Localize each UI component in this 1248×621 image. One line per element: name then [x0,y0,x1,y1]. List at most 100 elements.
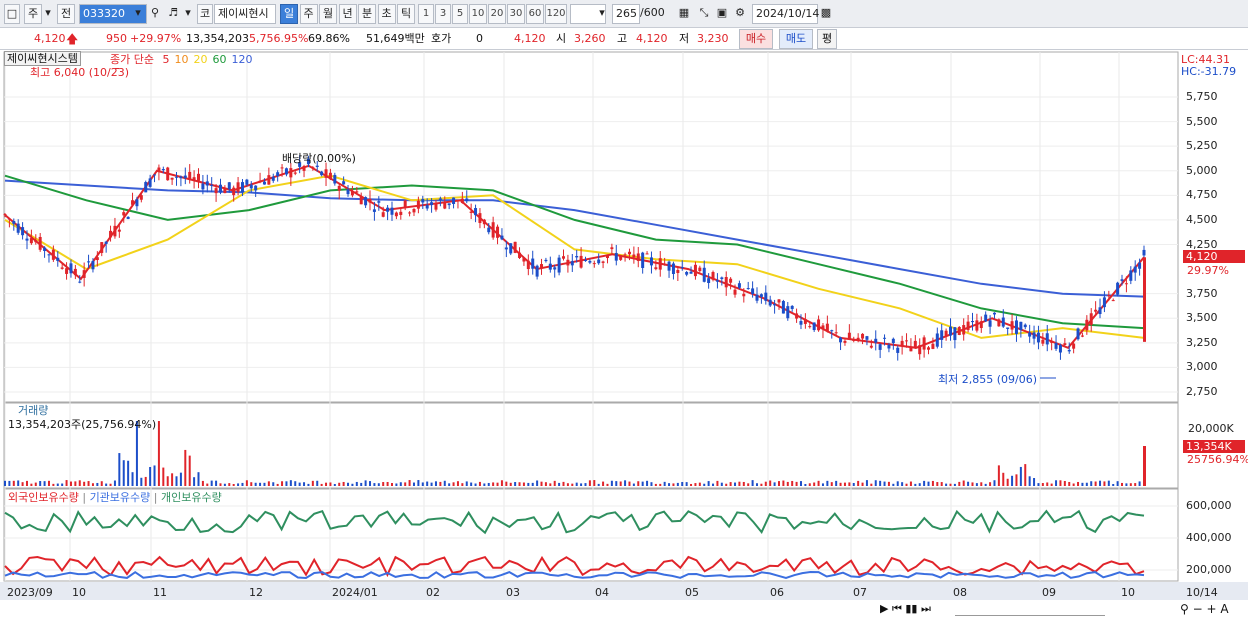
volume-bar [285,481,288,486]
volume-bar [518,482,521,486]
candle-body [843,340,847,343]
minute-unit-tab[interactable]: 20 [488,4,506,24]
zoom-slider[interactable] [955,602,1105,616]
last-price-tag: 4,120 [1183,250,1245,263]
minute-unit-tab[interactable]: 120 [545,4,567,24]
sell-button[interactable]: 매도 [779,29,813,49]
change-percent: +29.97% [130,32,182,45]
minute-unit-tab[interactable]: 5 [452,4,468,24]
volume-bar [364,480,367,486]
zoom-out-icon[interactable]: − [1193,602,1203,616]
volume-bar [958,481,961,486]
volume-bar [571,483,574,486]
candle-body [179,176,183,179]
minute-unit-tab[interactable]: 1 [418,4,434,24]
period-tab[interactable]: 분 [358,4,376,24]
volume-bar [989,482,992,486]
prev-button[interactable]: 전 [57,4,75,24]
stock-name-field[interactable]: 제이씨현시 [214,4,276,24]
date-input[interactable]: 2024/10/14 [752,4,819,24]
volume-bar [729,482,732,486]
volume-bar [470,482,473,486]
minute-unit-tab[interactable]: 60 [526,4,544,24]
volume-bar [690,483,693,486]
volume-bar [487,482,490,486]
minute-unit-tab[interactable]: 10 [469,4,487,24]
play-icon[interactable]: ▶ [880,602,888,615]
chart-area[interactable]: 제이씨현시스템 종가 단순 5 10 20 60 120 최고 6,040 (10/23… [0,50,1248,621]
period-tab[interactable]: 월 [319,4,337,24]
price-y-tick: 5,250 [1186,139,1218,153]
rewind-icon[interactable]: ⏮ [892,602,902,615]
period-tab[interactable]: 주 [299,4,318,24]
chevron-down-icon[interactable]: ▾ [596,4,608,24]
candle-body [575,256,579,258]
volume-bar [1055,480,1058,486]
period-tab[interactable]: 틱 [397,4,415,24]
code-dropdown-icon[interactable]: ▾ [132,4,144,24]
chevron-down-icon[interactable]: ▾ [182,4,194,24]
candle-body [7,218,11,220]
candle-body [38,236,42,250]
volume-bar [34,482,37,486]
zoom-search-icon[interactable]: ⚲ [1180,602,1189,616]
pause-icon[interactable]: ▮▮ [905,602,917,615]
period-tab[interactable]: 년 [338,4,357,24]
candle-body [583,260,587,262]
gear-icon[interactable]: ⚙ [732,4,748,24]
candle-body [196,173,200,181]
zoom-in-icon[interactable]: + [1207,602,1217,616]
candle-body [65,268,69,274]
period-tab[interactable]: 일 [280,4,298,24]
candle-body [271,176,275,181]
volume-bar [188,455,191,486]
grid-icon[interactable]: ▦ [676,4,692,24]
period-tab[interactable]: 초 [377,4,396,24]
x-tick-label: 07 [853,586,867,599]
minute-unit-tab[interactable]: 3 [435,4,451,24]
font-size-icon[interactable]: A [1220,602,1228,616]
volume-bar [553,480,556,486]
candle-body [3,214,7,216]
volume-bar [751,480,754,486]
ma-period-list: 5 10 20 60 120 [157,53,252,66]
speaker-icon[interactable]: ♬ [165,4,181,24]
calendar-icon[interactable]: ▩ [818,4,834,24]
volume-title: 거래량 [18,404,49,417]
period-high-marker: 최고 6,040 (10/23) [30,66,130,79]
candle-body [821,325,825,330]
volume-bar [791,480,794,486]
volume-bar [760,483,763,486]
market-select-button[interactable]: 주 [24,4,42,24]
volume-bar [307,483,310,486]
volume-bar [52,483,55,486]
volume-bar [615,481,618,486]
volume-bar [1090,481,1093,486]
view-count-input[interactable]: 265 [612,4,640,24]
candle-body [205,181,209,186]
candle-body [359,196,363,205]
chevron-down-icon[interactable]: ▾ [42,4,54,24]
dividend-marker: 배당락(0.00%) [282,152,356,165]
save-icon[interactable]: ▣ [714,4,730,24]
forward-icon[interactable]: ⏭ [921,602,931,615]
candle-body [87,261,91,263]
volume-bar [250,482,253,486]
volume-bar [1037,483,1040,486]
candle-body [122,212,126,216]
volume-bar [333,483,336,486]
draw-tool-icon[interactable]: ⤡ [696,4,712,24]
ma-period-120: 120 [231,53,253,66]
eval-button[interactable]: 평 [817,29,837,49]
layout-icon[interactable]: □ [4,4,20,24]
volume-bar [56,483,59,486]
candle-body [293,172,297,174]
volume-bar [1138,481,1141,486]
chart-canvas[interactable] [0,50,1248,621]
buy-button[interactable]: 매수 [739,29,773,49]
candle-body [803,319,807,324]
search-icon[interactable]: ⚲ [147,4,163,24]
volume-bar [672,483,675,486]
volume-bar [676,482,679,486]
minute-unit-tab[interactable]: 30 [507,4,525,24]
